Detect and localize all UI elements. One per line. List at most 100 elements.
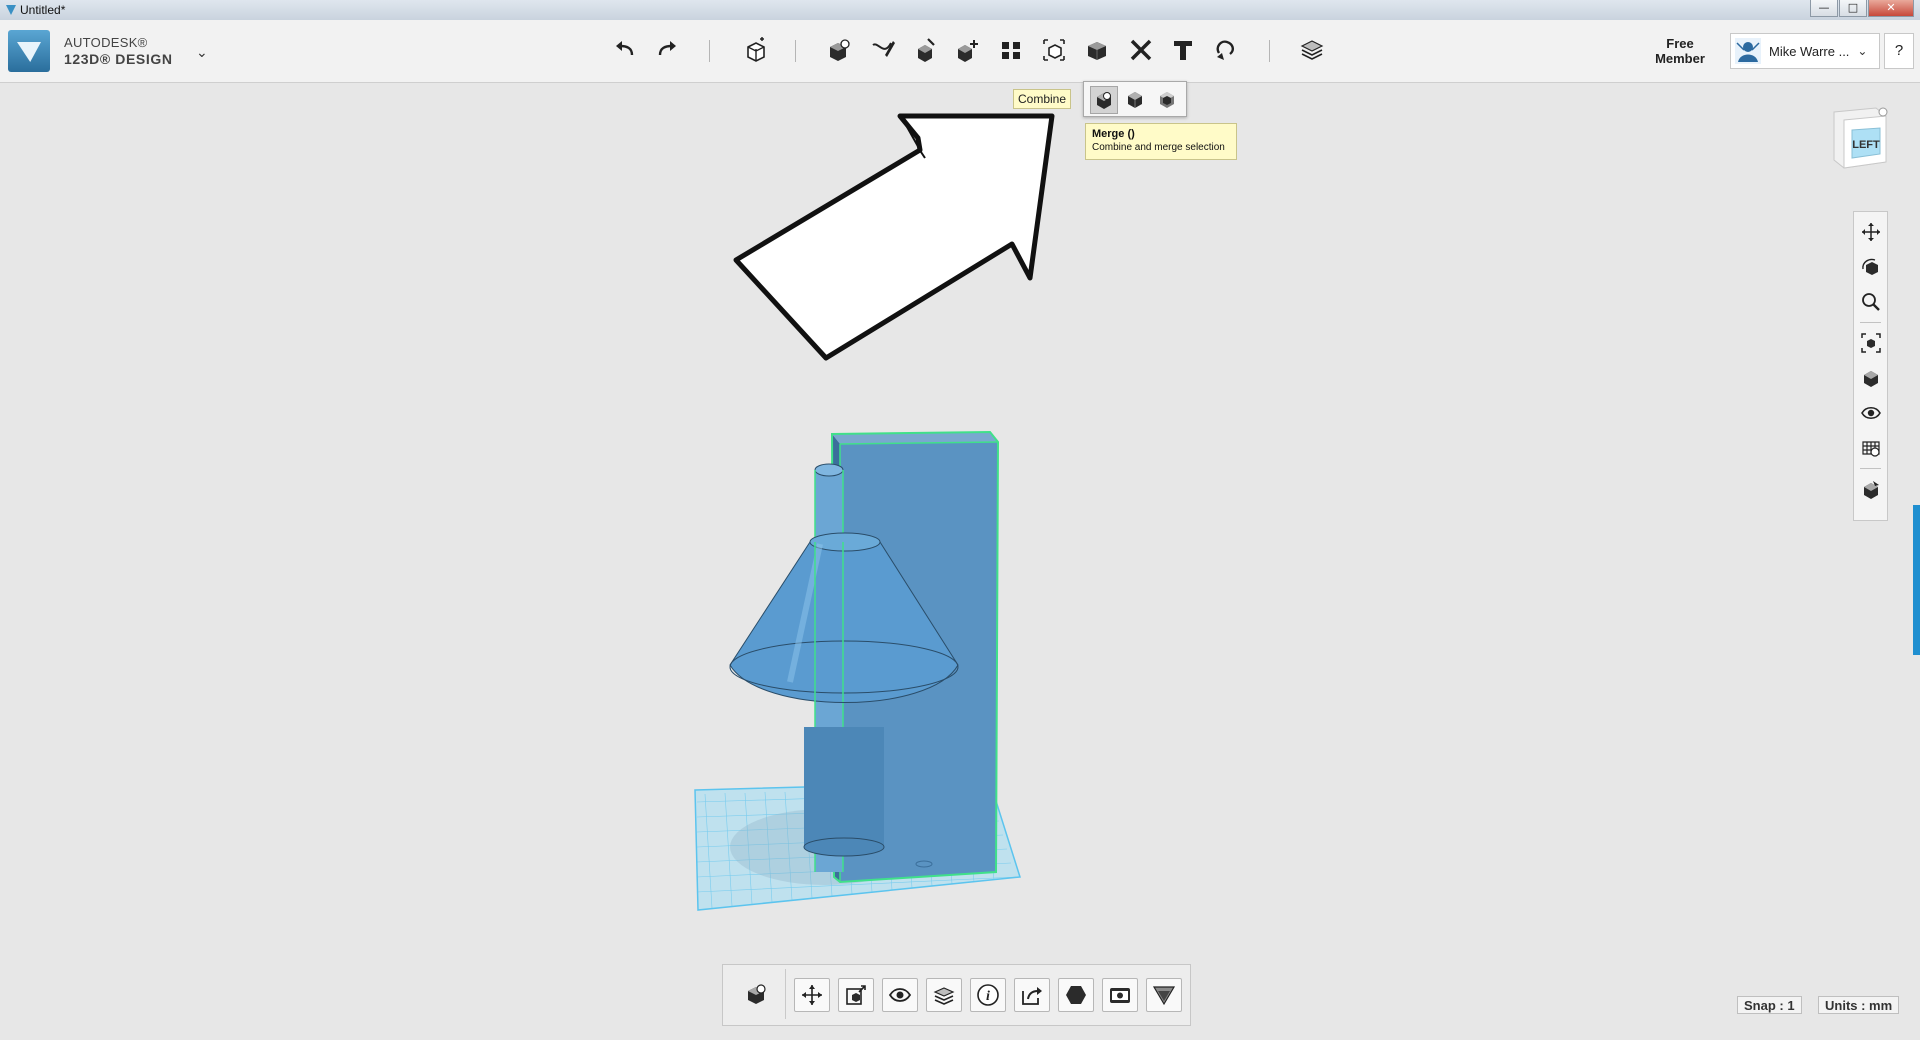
pan-icon	[1861, 222, 1880, 241]
fit-icon	[1860, 332, 1881, 353]
app-logo[interactable]	[8, 30, 50, 72]
zoom-button[interactable]	[1858, 289, 1883, 314]
nav-separator	[1860, 468, 1881, 469]
text-button[interactable]	[1166, 34, 1200, 66]
redo-icon	[658, 41, 676, 56]
side-panel-toggle[interactable]	[1913, 505, 1920, 655]
material-button[interactable]	[1295, 34, 1329, 66]
intersect-icon	[1160, 92, 1174, 108]
chevron-down-icon[interactable]: ⌄	[196, 44, 208, 61]
chevron-down-icon: ⌄	[1857, 44, 1868, 58]
construct-icon	[918, 38, 935, 62]
intersect-button[interactable]	[1154, 86, 1180, 112]
toolbar-separator	[709, 40, 710, 62]
pan-button[interactable]	[1858, 219, 1883, 244]
scale-icon	[846, 985, 866, 1005]
free-member-text: Free Member	[1655, 36, 1705, 66]
text-icon	[1174, 41, 1192, 60]
solid-button[interactable]	[1058, 978, 1094, 1012]
minimize-button[interactable]: —	[1810, 0, 1838, 17]
zoom-icon	[1861, 292, 1880, 311]
avatar	[1735, 38, 1761, 64]
info-icon: i	[977, 984, 999, 1006]
grid-settings-button[interactable]	[1858, 435, 1883, 460]
selection-cube-button[interactable]	[727, 969, 786, 1019]
callout-arrow	[733, 113, 1055, 361]
merge-button[interactable]	[1090, 86, 1118, 114]
app-root: Untitled* — □ ✕ AUTODESK® 123D® DESIGN ⌄	[0, 0, 1920, 1040]
measure-icon	[1130, 39, 1152, 61]
help-button[interactable]: ?	[1884, 33, 1914, 69]
eye-icon	[888, 988, 912, 1002]
transform-icon	[747, 37, 765, 62]
perspective-button[interactable]	[1858, 365, 1883, 390]
material-view-button[interactable]	[1858, 476, 1883, 501]
visibility-button[interactable]	[1858, 400, 1883, 425]
material-icon	[1300, 40, 1324, 60]
snap-button[interactable]	[1209, 34, 1243, 66]
combine-icon	[1088, 42, 1106, 60]
pattern-button[interactable]	[994, 34, 1028, 66]
units-setting-button[interactable]: Units : mm	[1818, 996, 1900, 1014]
perspective-icon	[1863, 370, 1878, 387]
info-button[interactable]: i	[970, 978, 1006, 1012]
eye-icon	[1860, 406, 1881, 419]
selection-cube-icon	[748, 984, 766, 1004]
measure-button[interactable]	[1124, 34, 1158, 66]
viewcube[interactable]: LEFT	[1826, 104, 1896, 176]
main-toolbar: AUTODESK® 123D® DESIGN ⌄ Free Member Mik…	[0, 20, 1920, 83]
meshmixer-button[interactable]	[1146, 978, 1182, 1012]
transform-button[interactable]	[738, 34, 772, 66]
selection-toolbar: i	[722, 964, 1191, 1026]
material-bottom-button[interactable]	[926, 978, 962, 1012]
hide-button[interactable]	[882, 978, 918, 1012]
merge-tooltip: Merge () Combine and merge selection	[1085, 123, 1237, 160]
screenshot-button[interactable]	[1102, 978, 1138, 1012]
fit-button[interactable]	[1858, 330, 1883, 355]
snap-setting-button[interactable]: Snap : 1	[1737, 996, 1802, 1014]
window-title: Untitled*	[6, 3, 65, 17]
move-icon	[802, 985, 822, 1005]
nav-separator	[1860, 322, 1881, 323]
redo-button[interactable]	[650, 34, 684, 66]
tooltip-description: Combine and merge selection	[1092, 142, 1225, 153]
user-menu[interactable]: Mike Warre ... ⌄	[1730, 33, 1880, 69]
maximize-button[interactable]: □	[1839, 0, 1867, 17]
modify-button[interactable]	[950, 34, 984, 66]
subtract-button[interactable]	[1122, 86, 1148, 112]
combine-label: Combine	[1013, 89, 1072, 109]
combine-button[interactable]	[1080, 34, 1114, 66]
undo-icon	[616, 41, 634, 56]
modify-icon	[958, 40, 978, 62]
grid-icon	[1861, 440, 1880, 457]
close-button[interactable]: ✕	[1868, 0, 1914, 17]
grouping-icon	[1043, 39, 1065, 61]
sketch-button[interactable]	[866, 34, 900, 66]
svg-text:i: i	[986, 989, 990, 1004]
sketch-icon	[872, 41, 895, 57]
tooltip-title: Merge ()	[1092, 128, 1135, 140]
export-button[interactable]	[1014, 978, 1050, 1012]
user-name: Mike Warre ...	[1769, 43, 1850, 59]
subtract-icon	[1128, 92, 1142, 108]
toolbar-separator	[1269, 40, 1270, 62]
primitives-icon	[830, 39, 850, 61]
merge-icon	[1097, 92, 1111, 109]
scale-button[interactable]	[838, 978, 874, 1012]
construct-button[interactable]	[908, 34, 942, 66]
app-icon	[6, 5, 16, 15]
stem-solid[interactable]	[803, 727, 885, 857]
undo-button[interactable]	[608, 34, 642, 66]
primitives-button[interactable]	[822, 34, 856, 66]
brand-line1: AUTODESK®	[64, 35, 148, 50]
viewcube-face-label: LEFT	[1852, 139, 1880, 151]
move-button[interactable]	[794, 978, 830, 1012]
window-titlebar: Untitled* — □ ✕	[0, 0, 1920, 21]
solid-icon	[1066, 986, 1086, 1004]
brand: AUTODESK® 123D® DESIGN	[64, 35, 173, 67]
grouping-button[interactable]	[1037, 34, 1071, 66]
orbit-button[interactable]	[1858, 254, 1883, 279]
pattern-icon	[1002, 42, 1020, 59]
window-title-text: Untitled*	[20, 3, 66, 17]
window-controls: — □ ✕	[1809, 0, 1914, 18]
